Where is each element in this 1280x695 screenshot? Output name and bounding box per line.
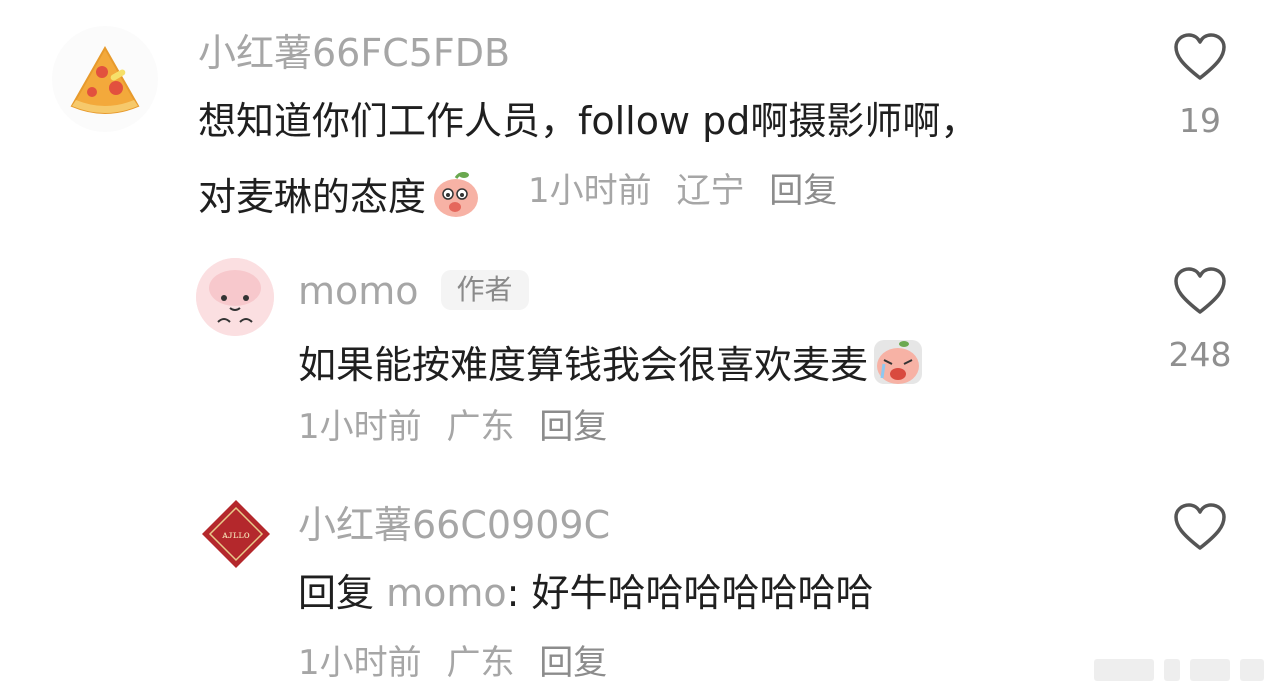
comment-location: 广东 [446, 643, 515, 683]
heart-icon[interactable] [1172, 502, 1228, 552]
reply-text: : 好牛哈哈哈哈哈哈哈 [506, 571, 874, 615]
reply-button[interactable]: 回复 [539, 643, 607, 683]
watermark-logo [1094, 659, 1264, 681]
comment-meta: 1小时前 广东 回复 [298, 646, 621, 680]
user-avatar[interactable]: ᴀᴊʟʟo [196, 494, 276, 574]
reply-prefix: 回复 [298, 571, 375, 615]
comment-item: ᴀᴊʟʟo 小红薯66C0909C 回复 momo: 好牛哈哈哈哈哈哈哈 1小时… [0, 0, 1280, 695]
comment-time: 1小时前 [298, 643, 422, 683]
username[interactable]: 小红薯66C0909C [298, 506, 610, 544]
red-diamond-icon: ᴀᴊʟʟo [202, 500, 270, 568]
comment-text: 回复 momo: 好牛哈哈哈哈哈哈哈 [298, 574, 874, 612]
svg-text:ᴀᴊʟʟo: ᴀᴊʟʟo [221, 530, 250, 541]
reply-to-username[interactable]: momo [386, 571, 507, 615]
